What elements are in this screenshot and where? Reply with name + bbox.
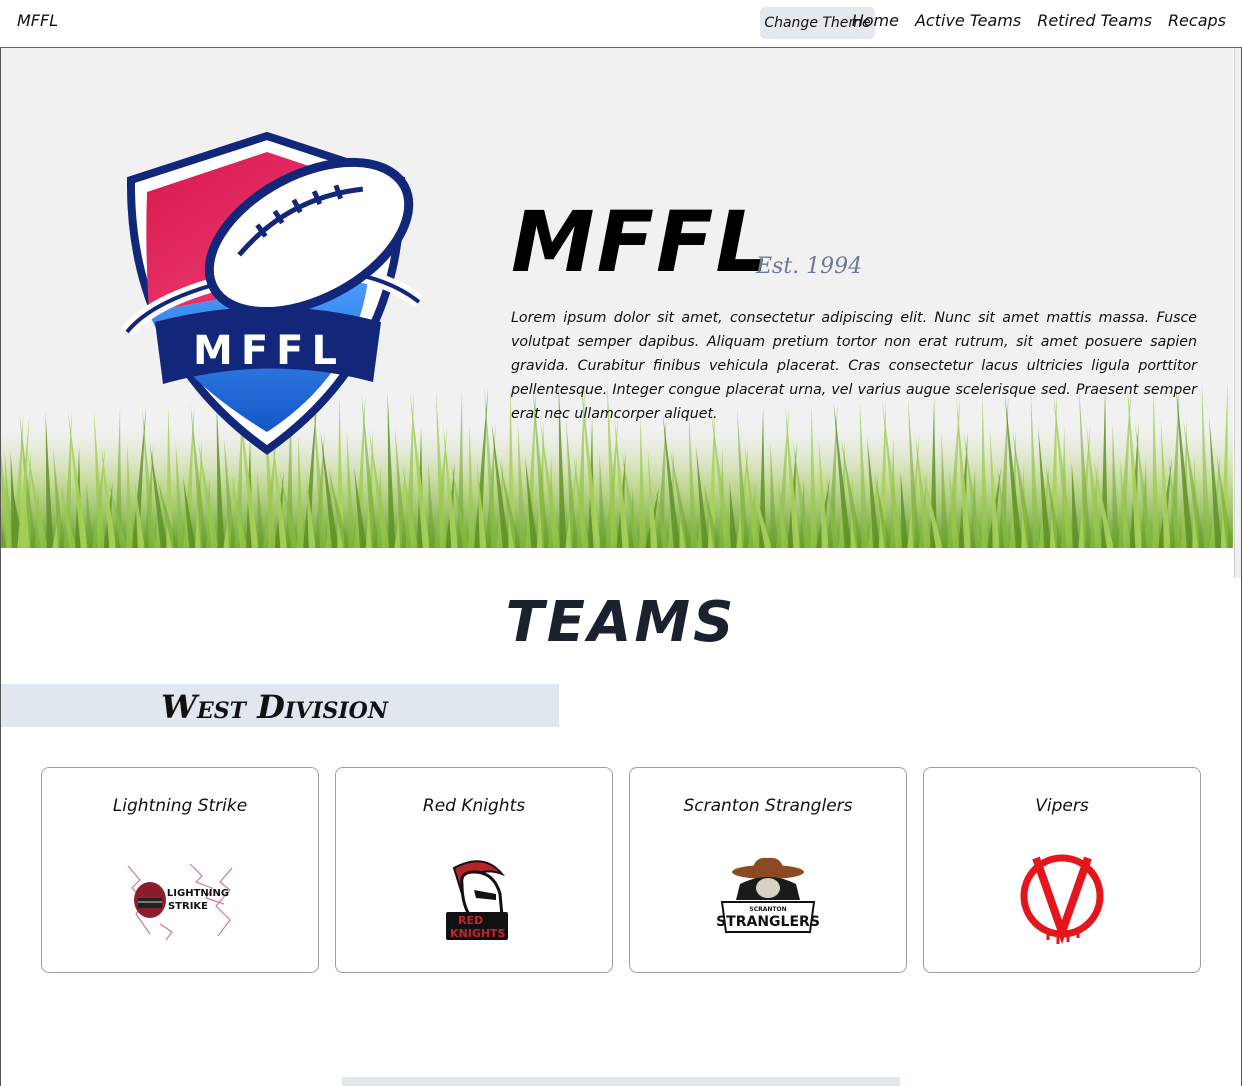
logo-text-line1: LIGHTNING [167, 888, 229, 899]
team-card-scranton-stranglers[interactable]: Scranton Stranglers SCRANTON STRANGLERS [629, 767, 907, 973]
logo-text-line2: KNIGHTS [450, 927, 506, 940]
nav-links: Home Active Teams Retired Teams Recaps [852, 11, 1226, 30]
top-navbar: MFFL Change Theme Home Active Teams Reti… [0, 0, 1242, 48]
team-card-lightning-strike[interactable]: Lightning Strike LIGHTNING STRIKE [41, 767, 319, 973]
team-card-red-knights[interactable]: Red Knights RED KNIGHTS [335, 767, 613, 973]
scranton-stranglers-logo: SCRANTON STRANGLERS [716, 857, 820, 933]
teams-heading: TEAMS [505, 590, 737, 655]
hero-description: Lorem ipsum dolor sit amet, consectetur … [511, 310, 1197, 422]
division-header: West Division [1, 684, 559, 727]
team-name: Red Knights [422, 796, 526, 816]
nav-link-home[interactable]: Home [852, 11, 899, 30]
team-name: Vipers [1035, 796, 1089, 816]
hero-scrollbar[interactable] [1234, 48, 1241, 578]
hero-established: Est. 1994 [756, 254, 863, 279]
mffl-shield-logo: MFFL [121, 132, 424, 455]
team-name: Scranton Stranglers [683, 796, 853, 816]
logo-text-line2: STRIKE [168, 901, 208, 912]
nav-link-retired-teams[interactable]: Retired Teams [1037, 11, 1152, 30]
hero-title: MFFL [511, 193, 771, 291]
nav-link-active-teams[interactable]: Active Teams [915, 11, 1021, 30]
logo-text: MFFL [193, 328, 345, 374]
red-knights-logo: RED KNIGHTS [446, 860, 508, 940]
team-card-vipers[interactable]: Vipers [923, 767, 1201, 973]
logo-text-line2: STRANGLERS [716, 914, 820, 930]
division-title: West Division [161, 688, 388, 726]
lightning-strike-logo: LIGHTNING STRIKE [127, 863, 233, 941]
vipers-logo [1020, 854, 1104, 944]
team-cards: Lightning Strike LIGHTNING STRIKE Red Kn… [41, 767, 1201, 973]
brand-link[interactable]: MFFL [17, 11, 58, 30]
team-name: Lightning Strike [112, 796, 248, 816]
next-division-header [342, 1077, 900, 1086]
nav-link-recaps[interactable]: Recaps [1168, 11, 1226, 30]
logo-text-line1: RED [458, 914, 483, 927]
logo-text-line1: SCRANTON [749, 906, 786, 913]
hero-banner: MFFL MFFL Est. 1994 Lorem ipsum dolor si… [1, 48, 1233, 548]
